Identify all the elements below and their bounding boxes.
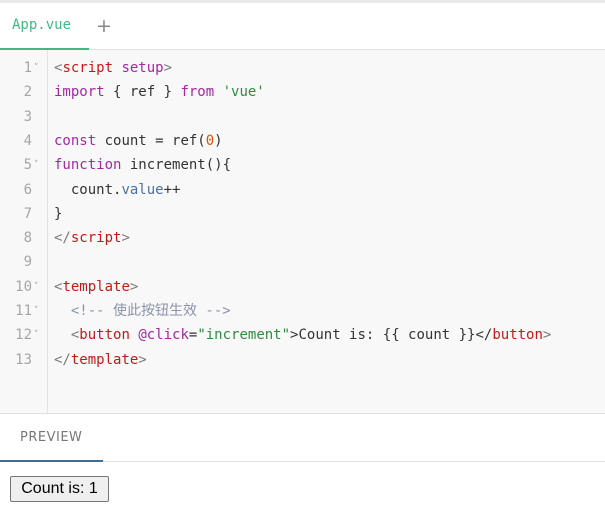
code-token: <!-- 使此按钮生效 --> bbox=[54, 303, 231, 319]
code-token: } bbox=[54, 205, 63, 222]
tab-preview[interactable]: PREVIEW bbox=[0, 414, 103, 463]
code-token: count = ref( bbox=[96, 132, 206, 149]
code-token: from bbox=[180, 84, 215, 101]
tab-label: App.vue bbox=[12, 17, 72, 33]
line-number: 13 bbox=[15, 351, 32, 368]
code-token: const bbox=[54, 132, 97, 149]
tab-app-vue[interactable]: App.vue bbox=[0, 3, 89, 51]
line-number: 6 bbox=[23, 181, 32, 198]
code-token: </ bbox=[54, 351, 71, 368]
code-line: <button @click="increment">Count is: {{ … bbox=[54, 323, 552, 347]
line-number: 10 bbox=[15, 278, 32, 295]
code-token: </ bbox=[54, 230, 71, 247]
line-number: 4 bbox=[23, 132, 32, 149]
code-line: </script> bbox=[54, 226, 130, 250]
code-token: script bbox=[70, 230, 122, 247]
code-line: </template> bbox=[54, 348, 147, 372]
code-token: @click bbox=[138, 327, 189, 344]
code-token: value bbox=[121, 181, 164, 198]
line-number: 3 bbox=[23, 108, 32, 125]
line-number: 2 bbox=[23, 84, 32, 101]
line-number: 8 bbox=[23, 230, 32, 247]
add-file-icon[interactable]: + bbox=[96, 15, 112, 37]
code-token: template bbox=[62, 278, 130, 295]
fold-chevron-icon[interactable]: ˅ bbox=[34, 299, 39, 323]
code-token: 'vue' bbox=[222, 84, 265, 101]
line-number: 1 bbox=[23, 60, 32, 76]
code-token: script bbox=[62, 60, 114, 76]
preview-tab-label: PREVIEW bbox=[20, 430, 83, 445]
code-token: increment(){ bbox=[121, 157, 232, 174]
code-token: > bbox=[121, 230, 130, 247]
code-token: < bbox=[54, 327, 80, 344]
fold-chevron-icon[interactable]: ˅ bbox=[34, 275, 39, 299]
code-line: <!-- 使此按钮生效 --> bbox=[54, 299, 231, 323]
code-line: const count = ref(0) bbox=[54, 129, 223, 153]
code-token: { ref } bbox=[104, 84, 181, 101]
code-token: template bbox=[70, 351, 139, 368]
line-number: 7 bbox=[23, 205, 32, 222]
line-number-gutter: 1 ˅ 2 3 4 5 ˅ 6 7 8 9 10 ˅ 11 ˅ 12 ˅ 13 bbox=[0, 50, 48, 413]
file-tab-bar: App.vue + bbox=[0, 3, 605, 51]
fold-chevron-icon[interactable]: ˅ bbox=[34, 323, 39, 347]
preview-pane: Count is: 1 bbox=[0, 462, 605, 516]
code-token: ++ bbox=[163, 181, 181, 198]
code-token: count. bbox=[54, 181, 122, 198]
line-number: 11 bbox=[15, 303, 32, 319]
code-token: setup bbox=[121, 60, 164, 76]
code-token: ) bbox=[214, 132, 223, 149]
code-line: count.value++ bbox=[54, 178, 181, 202]
code-token: > bbox=[129, 278, 139, 295]
code-line: function increment(){ bbox=[54, 153, 231, 177]
preview-tab-bar: PREVIEW bbox=[0, 414, 605, 463]
fold-chevron-icon[interactable]: ˅ bbox=[34, 56, 39, 80]
line-number: 5 bbox=[23, 157, 32, 174]
code-token: > bbox=[163, 60, 173, 76]
code-token: button bbox=[79, 327, 130, 344]
code-token: import bbox=[54, 84, 105, 101]
code-token: > bbox=[138, 351, 147, 368]
code-token: button bbox=[492, 327, 543, 344]
code-token: > bbox=[542, 327, 552, 344]
code-token: 0 bbox=[205, 132, 215, 149]
code-line: import { ref } from 'vue' bbox=[54, 80, 265, 104]
count-button[interactable]: Count is: 1 bbox=[10, 476, 109, 502]
code-editor[interactable]: 1 ˅ 2 3 4 5 ˅ 6 7 8 9 10 ˅ 11 ˅ 12 ˅ 13 <script setup> imp… bbox=[0, 50, 605, 414]
code-line: } bbox=[54, 202, 62, 226]
line-number: 9 bbox=[23, 254, 32, 271]
code-line: <template> bbox=[54, 275, 138, 299]
code-line: <script setup> bbox=[54, 56, 172, 80]
code-token: function bbox=[54, 157, 122, 174]
fold-chevron-icon[interactable]: ˅ bbox=[34, 153, 39, 177]
code-token: "increment" bbox=[197, 327, 291, 344]
code-token: >Count is: {{ count }}</ bbox=[290, 327, 493, 344]
line-number: 12 bbox=[15, 327, 32, 344]
